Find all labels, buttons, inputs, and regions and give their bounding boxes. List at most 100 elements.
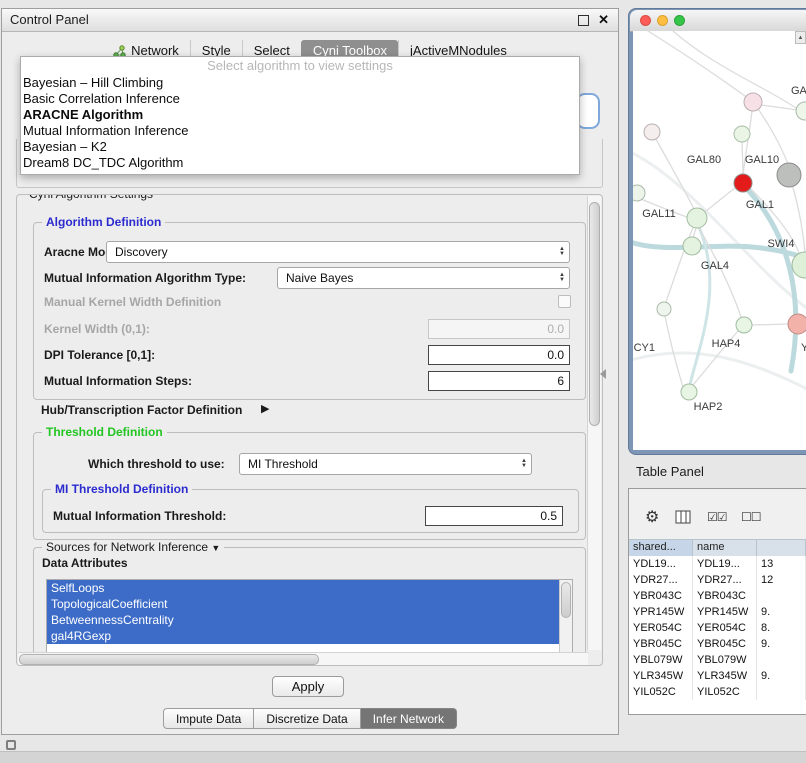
algorithm-option-selected[interactable]: ARACNE Algorithm bbox=[21, 107, 579, 123]
select-all-checkboxes-icon[interactable]: ☑☑ bbox=[707, 510, 727, 524]
network-node-label: SWI4 bbox=[768, 238, 795, 250]
mi-type-select[interactable]: Naive Bayes ▲▼ bbox=[277, 267, 570, 289]
algorithm-option[interactable]: Dream8 DC_TDC Algorithm bbox=[21, 155, 579, 171]
network-node[interactable] bbox=[687, 208, 707, 228]
network-view-window: GAL80GAL10GAL11GAL1SWI4GAL4GCY1HAP4HAP2G… bbox=[628, 8, 806, 455]
splitter-collapse-icon[interactable] bbox=[600, 369, 606, 379]
combo-arrows-icon: ▲▼ bbox=[559, 273, 565, 283]
table-cell: 9. bbox=[757, 668, 806, 684]
table-panel-title: Table Panel bbox=[636, 464, 704, 479]
scrollbar-thumb[interactable] bbox=[561, 582, 571, 618]
mi-threshold-field[interactable] bbox=[425, 506, 563, 526]
column-header[interactable] bbox=[757, 540, 806, 557]
algorithm-option[interactable]: Mutual Information Inference bbox=[21, 123, 579, 139]
table-row[interactable]: YDL19...YDL19...13 bbox=[629, 556, 806, 572]
table-cell: YER054C bbox=[693, 620, 757, 636]
which-threshold-select[interactable]: MI Threshold ▲▼ bbox=[239, 453, 532, 475]
column-header[interactable]: name bbox=[693, 540, 757, 557]
table-cell bbox=[757, 684, 806, 700]
zoom-traffic-light-icon[interactable] bbox=[674, 15, 685, 26]
which-threshold-label: Which threshold to use: bbox=[88, 457, 225, 471]
attribute-item-selected[interactable]: TopologicalCoefficient bbox=[47, 596, 560, 612]
mi-type-value: Naive Bayes bbox=[286, 268, 353, 288]
control-panel-titlebar[interactable]: Control Panel ✕ bbox=[2, 9, 618, 32]
network-node[interactable] bbox=[681, 384, 697, 400]
attribute-list-scrollbar[interactable] bbox=[559, 580, 572, 652]
gear-icon[interactable]: ⚙ bbox=[645, 507, 659, 527]
attribute-item-selected[interactable]: BetweennessCentrality bbox=[47, 612, 560, 628]
settings-group-title: Cyni Algorithm Settings bbox=[25, 194, 157, 201]
tab-infer-network[interactable]: Infer Network bbox=[361, 708, 457, 729]
aracne-mode-value: Discovery bbox=[115, 242, 168, 262]
canvas-scroll-up-icon[interactable]: ▲ bbox=[795, 31, 806, 44]
tab-impute-data[interactable]: Impute Data bbox=[163, 708, 254, 729]
table-row[interactable]: YIL052CYIL052C bbox=[629, 684, 806, 700]
mi-steps-field[interactable] bbox=[428, 371, 570, 391]
network-node[interactable] bbox=[788, 314, 806, 334]
hub-section-label[interactable]: Hub/Transcription Factor Definition bbox=[41, 403, 242, 417]
network-node[interactable] bbox=[683, 237, 701, 255]
scrollbar-thumb[interactable] bbox=[19, 654, 319, 665]
network-node-label: GAL1 bbox=[746, 199, 774, 211]
table-cell: YLR345W bbox=[693, 668, 757, 684]
sources-group-title[interactable]: Sources for Network Inference ▼ bbox=[42, 540, 224, 554]
columns-icon[interactable] bbox=[675, 510, 691, 527]
table-row[interactable]: YBL079WYBL079W bbox=[629, 652, 806, 668]
network-edge bbox=[745, 187, 796, 371]
table-cell: YBR043C bbox=[693, 588, 757, 604]
table-row[interactable]: YBR043CYBR043C bbox=[629, 588, 806, 604]
network-node[interactable] bbox=[777, 163, 801, 187]
aracne-mode-select[interactable]: Discovery ▲▼ bbox=[106, 241, 570, 263]
table-cell: YIL052C bbox=[693, 684, 757, 700]
network-node[interactable] bbox=[734, 126, 750, 142]
table-row[interactable]: YLR345WYLR345W9. bbox=[629, 668, 806, 684]
dpi-tolerance-field[interactable] bbox=[428, 345, 570, 365]
manual-kernel-checkbox[interactable] bbox=[558, 295, 571, 308]
close-traffic-light-icon[interactable] bbox=[640, 15, 651, 26]
float-window-icon[interactable] bbox=[578, 15, 589, 26]
table-row[interactable]: YDR27...YDR27...12 bbox=[629, 572, 806, 588]
table-row[interactable]: YER054CYER054C8. bbox=[629, 620, 806, 636]
table-cell: YPR145W bbox=[629, 604, 693, 620]
table-cell: YER054C bbox=[629, 620, 693, 636]
data-attributes-list[interactable]: SelfLoops TopologicalCoefficient Between… bbox=[46, 579, 573, 653]
settings-vertical-scrollbar[interactable] bbox=[587, 196, 601, 650]
hub-collapsed-icon[interactable]: ▶ bbox=[261, 402, 269, 415]
scrollbar-thumb[interactable] bbox=[589, 202, 600, 426]
network-window-titlebar[interactable] bbox=[630, 10, 806, 32]
network-canvas[interactable]: GAL80GAL10GAL11GAL1SWI4GAL4GCY1HAP4HAP2G… bbox=[633, 31, 806, 450]
attribute-item-selected[interactable]: SelfLoops bbox=[47, 580, 560, 596]
network-node-label: GCY1 bbox=[633, 342, 655, 354]
settings-horizontal-scrollbar[interactable] bbox=[18, 652, 588, 666]
network-node[interactable] bbox=[734, 174, 752, 192]
minimize-traffic-light-icon[interactable] bbox=[657, 15, 668, 26]
kernel-width-label: Kernel Width (0,1): bbox=[44, 322, 150, 336]
restore-panel-icon[interactable] bbox=[6, 740, 16, 750]
table-row[interactable]: YBR045CYBR045C9. bbox=[629, 636, 806, 652]
column-header[interactable]: shared... bbox=[629, 540, 693, 557]
network-node[interactable] bbox=[657, 302, 671, 316]
network-node[interactable] bbox=[736, 317, 752, 333]
apply-button[interactable]: Apply bbox=[272, 676, 344, 697]
algorithm-option[interactable]: Bayesian – Hill Climbing bbox=[21, 75, 579, 91]
bottom-tabs: Impute Data Discretize Data Infer Networ… bbox=[2, 708, 618, 729]
table-row[interactable]: YPR145WYPR145W9. bbox=[629, 604, 806, 620]
table-cell: YBL079W bbox=[629, 652, 693, 668]
network-node[interactable] bbox=[644, 124, 660, 140]
deselect-all-checkboxes-icon[interactable]: ☐☐ bbox=[741, 510, 761, 524]
mi-type-label: Mutual Information Algorithm Type: bbox=[44, 271, 246, 285]
network-node[interactable] bbox=[633, 185, 645, 201]
network-node[interactable] bbox=[744, 93, 762, 111]
table-cell: 13 bbox=[757, 556, 806, 572]
algorithm-option[interactable]: Bayesian – K2 bbox=[21, 139, 579, 155]
which-threshold-value: MI Threshold bbox=[248, 454, 318, 474]
algorithm-option[interactable]: Basic Correlation Inference bbox=[21, 91, 579, 107]
window-title: Control Panel bbox=[10, 9, 89, 31]
table-cell: 9. bbox=[757, 604, 806, 620]
network-node[interactable] bbox=[796, 102, 806, 120]
tab-discretize-data[interactable]: Discretize Data bbox=[254, 708, 360, 729]
attribute-item-selected[interactable]: gal4RGexp bbox=[47, 628, 560, 644]
close-icon[interactable]: ✕ bbox=[598, 11, 609, 29]
table-cell: YBR043C bbox=[629, 588, 693, 604]
network-node-label: HAP4 bbox=[712, 338, 741, 350]
